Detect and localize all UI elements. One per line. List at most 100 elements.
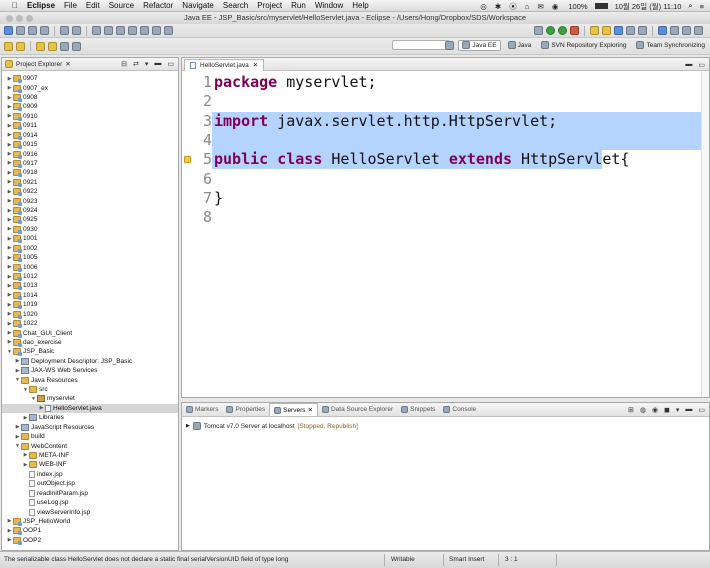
tree-item[interactable]: ▶ 0915: [6, 140, 37, 150]
publish-icon[interactable]: [72, 26, 81, 35]
tree-item[interactable]: viewServerInfo.jsp: [22, 507, 90, 516]
collapsed-icon[interactable]: ▶: [6, 330, 13, 336]
tree-item[interactable]: ▶ OOP2: [6, 536, 41, 545]
menu-item[interactable]: Refactor: [143, 1, 173, 10]
collapsed-icon[interactable]: ▶: [6, 170, 13, 176]
collapsed-icon[interactable]: ▶: [6, 339, 13, 345]
start-server-icon[interactable]: ◉: [652, 406, 658, 414]
menu-item[interactable]: Project: [257, 1, 282, 10]
collapsed-icon[interactable]: ▶: [6, 113, 13, 119]
collapsed-icon[interactable]: ▶: [6, 236, 13, 242]
start-debug-icon[interactable]: ◍: [640, 406, 646, 414]
view-menu-icon[interactable]: ▾: [676, 406, 680, 414]
perspective-button[interactable]: SVN Repository Exploring: [538, 40, 629, 51]
minimize-icon[interactable]: ▬: [154, 60, 161, 68]
search-toolbar-icon[interactable]: [638, 26, 647, 35]
forward-icon[interactable]: [48, 41, 57, 51]
collapsed-icon[interactable]: ▶: [6, 302, 13, 308]
tree-item[interactable]: ▶ JAX-WS Web Services: [14, 366, 97, 375]
tree-item[interactable]: ▶ 0923: [6, 196, 37, 206]
collapsed-icon[interactable]: ▶: [6, 104, 13, 110]
perspective-button[interactable]: Java EE: [458, 39, 501, 51]
tree-item[interactable]: ▶ 0924: [6, 206, 37, 216]
search-icon[interactable]: ⌕: [688, 1, 692, 11]
code-line[interactable]: import javax.servlet.http.HttpServlet;: [214, 112, 557, 131]
collapsed-icon[interactable]: ▶: [6, 76, 13, 82]
open-type-icon[interactable]: [626, 26, 635, 35]
tree-item[interactable]: useLog.jsp: [22, 498, 68, 507]
pin-editor-icon[interactable]: [60, 41, 69, 51]
panel-tab[interactable]: Servers ✕: [269, 403, 318, 416]
collapsed-icon[interactable]: ▶: [6, 123, 13, 129]
collapsed-icon[interactable]: ▶: [22, 462, 29, 468]
tree-item[interactable]: ▶ 1013: [6, 281, 37, 291]
menu-item[interactable]: Search: [223, 1, 248, 10]
tree-item[interactable]: ▶ 1002: [6, 244, 37, 253]
tree-item[interactable]: ▶ 1019: [6, 300, 37, 310]
expand-icon[interactable]: ▶: [186, 423, 190, 429]
menu-item[interactable]: Source: [109, 1, 134, 10]
new-package-icon[interactable]: [602, 26, 611, 35]
menu-item[interactable]: Edit: [86, 1, 100, 10]
tree-item[interactable]: ▶ 0917: [6, 159, 37, 168]
expanded-icon[interactable]: ▼: [30, 396, 37, 402]
zoom-window-button[interactable]: [26, 15, 33, 22]
tree-item[interactable]: ▶ 0911: [6, 121, 37, 131]
menu-item[interactable]: Navigate: [182, 1, 214, 10]
tree-item[interactable]: ▶ 0916: [6, 149, 37, 159]
perspective-button[interactable]: Team Synchronizing: [633, 40, 708, 51]
tree-item[interactable]: ▶ 1001: [6, 234, 37, 244]
new-icon[interactable]: [4, 26, 13, 35]
terminate-icon[interactable]: [128, 26, 137, 35]
expanded-icon[interactable]: ▼: [22, 387, 29, 393]
code-area[interactable]: 1 package myservlet; 2 3 import javax.servle…: [182, 71, 709, 397]
step-over-icon[interactable]: [152, 26, 161, 35]
editor-tab-helloservlet[interactable]: HelloServlet.java ✕: [184, 59, 265, 71]
collapsed-icon[interactable]: ▶: [6, 151, 13, 157]
maximize-icon[interactable]: ▭: [698, 406, 705, 414]
tree-item[interactable]: ▶ 0930: [6, 225, 37, 234]
code-line[interactable]: package myservlet;: [214, 73, 377, 92]
print-icon[interactable]: [40, 26, 49, 35]
collapsed-icon[interactable]: ▶: [22, 415, 29, 421]
code-line[interactable]: }: [214, 189, 223, 208]
collapsed-icon[interactable]: ▶: [6, 537, 13, 543]
panel-tab[interactable]: Properties: [222, 403, 269, 416]
tree-item[interactable]: ▶ Chat_GUI_Client: [6, 328, 72, 338]
perspective-button[interactable]: Java: [505, 40, 535, 51]
tree-item[interactable]: ▶ 0907: [6, 74, 37, 84]
app-menu[interactable]: Eclipse: [27, 1, 55, 10]
tree-item[interactable]: readInitParam.jsp: [22, 488, 88, 497]
menu-item[interactable]: Run: [291, 1, 306, 10]
tree-item[interactable]: ▶ 0918: [6, 168, 37, 178]
collapsed-icon[interactable]: ▶: [6, 198, 13, 204]
tree-item[interactable]: ▼ WebContent: [14, 441, 67, 450]
tree-item[interactable]: ▶ 0921: [6, 178, 37, 187]
tree-item[interactable]: ▼ JSP_Basic: [6, 347, 54, 357]
tree-item[interactable]: ▶ META-INF: [22, 451, 69, 460]
tree-item[interactable]: outObject.jsp: [22, 479, 75, 488]
tree-item[interactable]: ▶ 0925: [6, 215, 37, 225]
show-whitespace-icon[interactable]: [670, 26, 679, 35]
minimize-icon[interactable]: ▬: [685, 61, 692, 69]
insert-mode-indicator[interactable]: Smart Insert: [449, 556, 484, 563]
step-return-icon[interactable]: [164, 26, 173, 35]
collapsed-icon[interactable]: ▶: [38, 405, 45, 411]
panel-tab[interactable]: Markers: [182, 403, 222, 416]
maximize-icon[interactable]: ▭: [167, 60, 174, 68]
tree-item[interactable]: ▼ src: [22, 385, 48, 394]
tree-item[interactable]: ▼ Java Resources: [14, 375, 78, 384]
back-icon[interactable]: [36, 41, 45, 51]
collapsed-icon[interactable]: ▶: [6, 85, 13, 91]
save-icon[interactable]: [16, 26, 25, 35]
view-menu-icon[interactable]: ▾: [145, 60, 149, 68]
collapsed-icon[interactable]: ▶: [6, 245, 13, 251]
tree-item[interactable]: ▶ 1014: [6, 291, 37, 300]
collapsed-icon[interactable]: ▶: [6, 292, 13, 298]
datetime[interactable]: 10월 26일 (월) 11:10: [615, 1, 682, 12]
battery-icon[interactable]: [594, 3, 608, 9]
tree-item[interactable]: ▶ OOP1: [6, 526, 41, 536]
tree-item[interactable]: ▶ 0909: [6, 102, 37, 112]
list-icon[interactable]: ≡: [700, 2, 704, 11]
maximize-icon[interactable]: ▭: [698, 61, 705, 69]
